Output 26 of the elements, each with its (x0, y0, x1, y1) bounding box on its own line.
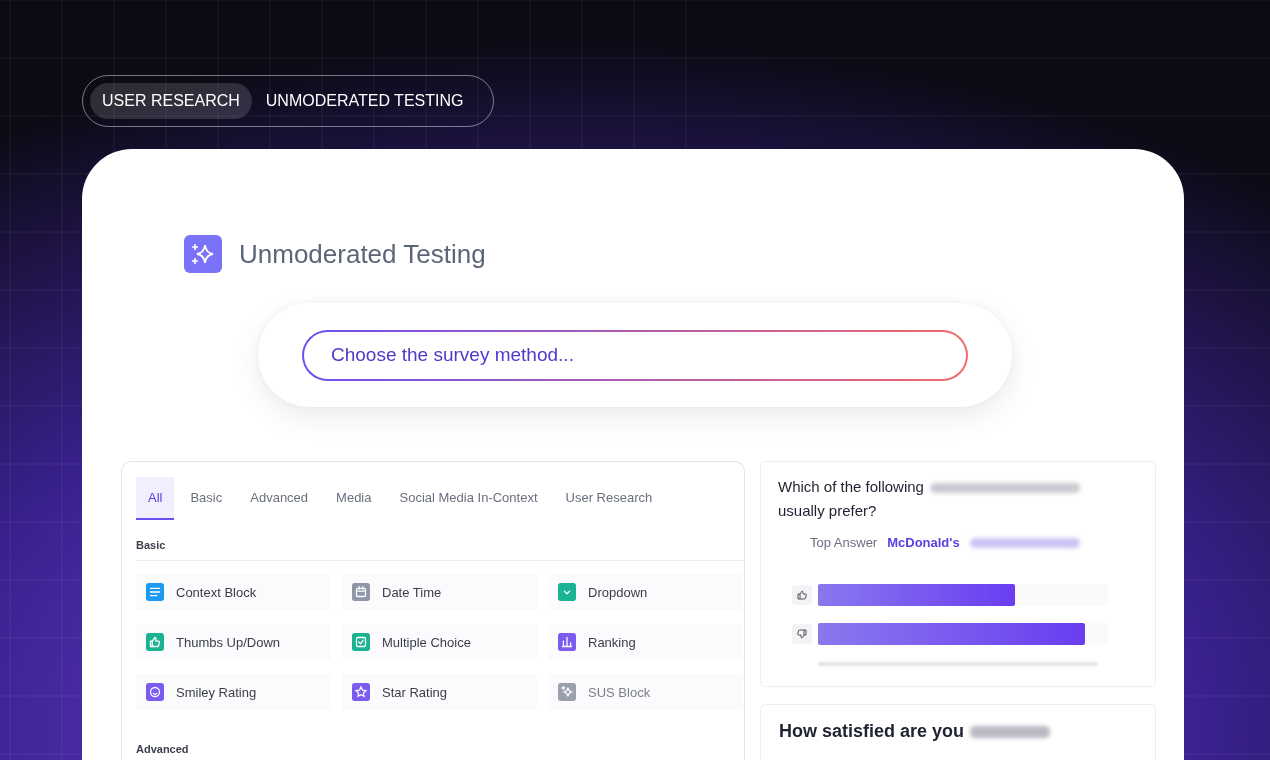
category-tab[interactable]: Basic (178, 477, 235, 520)
category-tab[interactable]: User Research (553, 477, 665, 520)
page-title: Unmoderated Testing (239, 238, 486, 270)
search-field[interactable]: Choose the survey method... (302, 329, 968, 381)
top-answer-value: McDonald's (887, 535, 960, 550)
section-heading: Advanced (136, 743, 744, 760)
category-tab[interactable]: Media (324, 477, 384, 520)
section-heading: Basic (136, 539, 744, 561)
question-text: How satisfied are you (779, 721, 965, 742)
question-type-item[interactable]: Date Time (342, 574, 537, 610)
question-text: Which of the following (778, 478, 924, 495)
question-text: usually prefer? (778, 501, 878, 521)
question-type-item[interactable]: Star Rating (342, 674, 537, 710)
question-type-item[interactable]: Dropdown (548, 574, 743, 610)
category-tab[interactable]: Social Media In-Context (387, 477, 550, 520)
category-tab[interactable]: Advanced (238, 477, 321, 520)
top-answer-label: Top Answer (810, 535, 878, 550)
question-type-item[interactable]: Smiley Rating (136, 674, 331, 710)
question-type-item[interactable]: Ranking (548, 624, 743, 660)
category-tab[interactable]: All (136, 477, 175, 520)
question-type-item[interactable]: Thumbs Up/Down (136, 624, 331, 660)
breadcrumb-item[interactable]: USER RESEARCH (90, 83, 252, 119)
question-type-item[interactable]: Context Block (136, 574, 331, 610)
breadcrumb-item[interactable]: UNMODERATED TESTING (253, 83, 476, 119)
question-type-item[interactable]: Multiple Choice (342, 624, 537, 660)
sparkle-icon (184, 235, 222, 273)
